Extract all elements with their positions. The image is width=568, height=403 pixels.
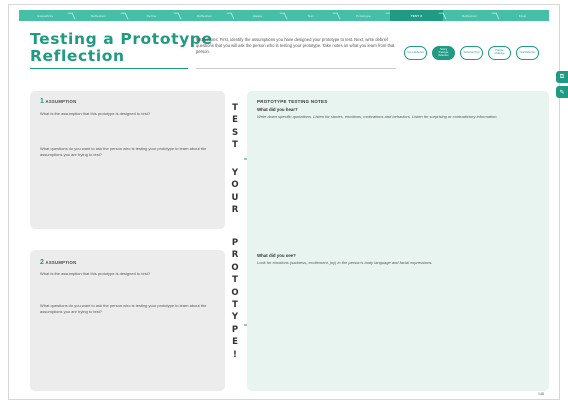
- assumption-2-number: 2: [40, 259, 45, 266]
- page-title-line-1: Testing a Prototype: [30, 30, 213, 48]
- subnav-pill-4[interactable]: Practice Challenge: [488, 46, 511, 60]
- instructions-underline: [196, 68, 396, 69]
- vertical-letter: O: [231, 262, 239, 273]
- vertical-letter: !: [233, 349, 237, 360]
- notes-heard-heading: What did you hear?: [257, 107, 298, 112]
- nav-step-10[interactable]: Final: [496, 10, 549, 21]
- subnav-pill-2[interactable]: Testing Prototype Reflection: [432, 46, 455, 60]
- assumption-panel-1[interactable]: 1 ASSUMPTION What is the assumption that…: [30, 91, 225, 229]
- notes-title: PROTOTYPE TESTING NOTES: [257, 99, 328, 104]
- page-title-line-2: Reflection: [30, 47, 125, 65]
- vertical-letter: T: [232, 300, 238, 311]
- link-icon[interactable]: ⧉: [556, 71, 568, 83]
- nav-step-4[interactable]: Reflection: [178, 10, 231, 21]
- vertical-letter: Y: [231, 168, 239, 178]
- vertical-text-prototype: P R O T O T Y P E!: [228, 237, 242, 361]
- vertical-letter: O: [231, 287, 239, 298]
- nav-step-5[interactable]: Ideate: [231, 10, 284, 21]
- nav-step-9[interactable]: Reflection: [443, 10, 496, 21]
- vertical-letter: P: [231, 238, 239, 248]
- assumption-panel-2[interactable]: 2 ASSUMPTION What is the assumption that…: [30, 250, 225, 391]
- assumption-1-heading: ASSUMPTION: [45, 99, 77, 104]
- nav-step-2[interactable]: Reflection: [72, 10, 125, 21]
- vertical-letter: E: [232, 115, 238, 126]
- assumption-2-question: What is the assumption that this prototy…: [40, 271, 151, 276]
- vertical-letter: R: [231, 205, 239, 216]
- nav-step-1[interactable]: Empathize: [19, 10, 72, 21]
- nav-step-6[interactable]: Test: [284, 10, 337, 21]
- vertical-letter: U: [231, 192, 239, 203]
- assumption-2-label: 2 ASSUMPTION: [40, 259, 76, 266]
- title-underline: [30, 68, 188, 69]
- vertical-letter: T: [232, 103, 238, 113]
- vertical-letter: T: [232, 275, 238, 286]
- vertical-letter: S: [231, 127, 239, 138]
- subnav-pill-5[interactable]: Final Reflection: [516, 46, 539, 60]
- assumption-2-heading: ASSUMPTION: [45, 260, 77, 265]
- assumption-1-question: What is the assumption that this prototy…: [40, 111, 151, 116]
- nav-step-3[interactable]: Define: [125, 10, 178, 21]
- page-number: 148: [538, 392, 544, 396]
- assumption-1-number: 1: [40, 98, 45, 105]
- instructions-text: Instructions: First, identify the assump…: [196, 37, 395, 54]
- vertical-letter: O: [231, 180, 239, 191]
- page-title: Testing a Prototype Reflection: [30, 31, 213, 65]
- section-subnav: Test 1 Reflection Testing Prototype Refle…: [404, 46, 539, 60]
- vertical-letter: Y: [231, 312, 239, 323]
- vertical-letter: R: [231, 250, 239, 261]
- assumption-1-label: 1 ASSUMPTION: [40, 98, 76, 105]
- assumption-1-debrief-question: What questions do you want to ask the pe…: [40, 146, 207, 157]
- vertical-letter: P: [231, 324, 239, 335]
- subnav-pill-3[interactable]: Reflection Prep: [460, 46, 483, 60]
- nav-step-7[interactable]: Prototype: [337, 10, 390, 21]
- pencil-icon[interactable]: ✎: [556, 86, 568, 98]
- prototype-testing-notes-panel[interactable]: PROTOTYPE TESTING NOTES What did you hea…: [247, 91, 549, 391]
- notes-heard-prompt: Write down specific quotations. Listen f…: [257, 114, 498, 119]
- top-step-nav: Empathize Reflection Define Reflection Ideat…: [19, 10, 549, 21]
- subnav-pill-1[interactable]: Test 1 Reflection: [404, 46, 427, 60]
- assumption-2-debrief-question: What questions do you want to ask the pe…: [40, 303, 207, 314]
- vertical-text-test: TEST: [228, 102, 242, 152]
- notes-seen-prompt: Look for emotions (sadness, excitement, …: [257, 260, 433, 265]
- vertical-letter: E: [232, 337, 238, 348]
- notes-seen-heading: What did you see?: [257, 253, 296, 258]
- vertical-text-your: YOUR: [228, 167, 242, 217]
- nav-step-8[interactable]: TEST 2: [390, 10, 443, 21]
- vertical-letter: T: [232, 140, 238, 151]
